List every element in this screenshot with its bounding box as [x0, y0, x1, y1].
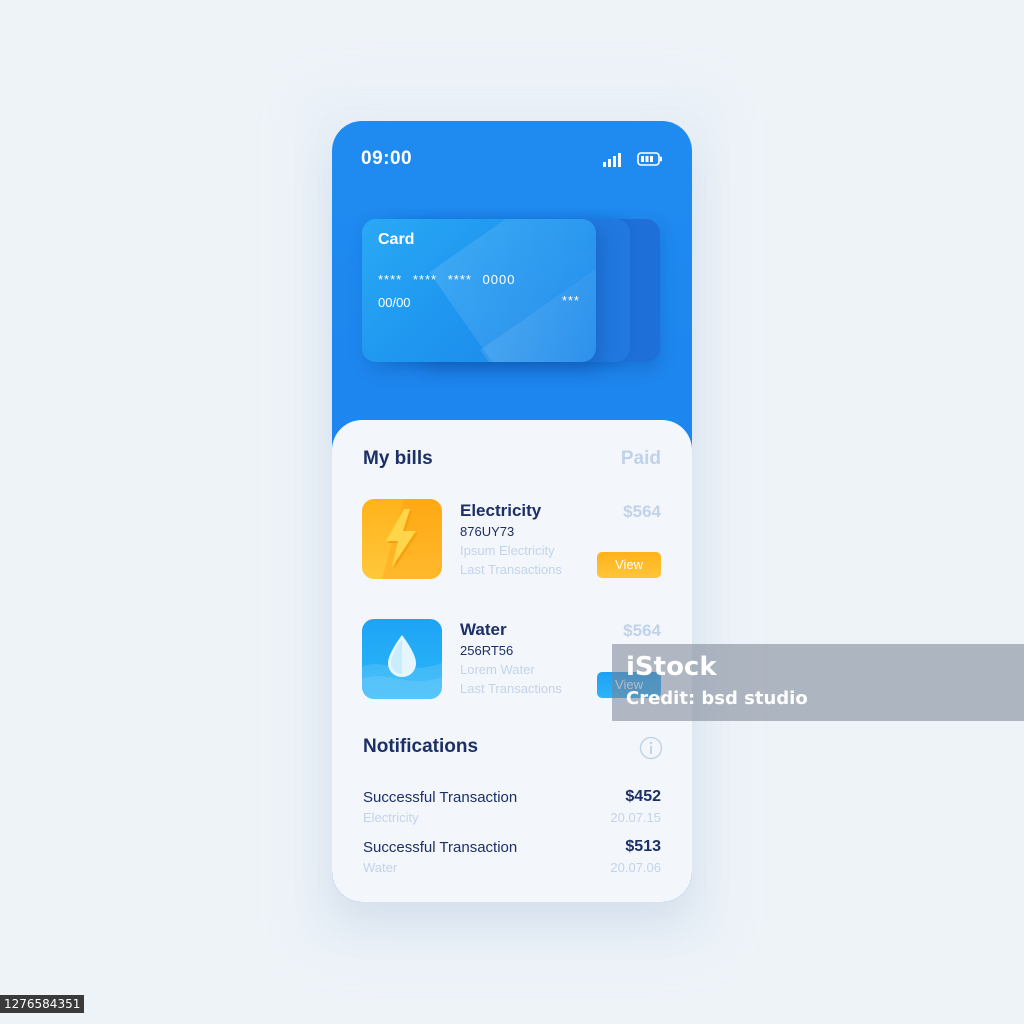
paid-tab[interactable]: Paid: [621, 448, 661, 470]
bills-title: My bills: [363, 448, 433, 469]
notification-sub: Water: [363, 860, 398, 875]
water-drop-icon: [362, 619, 442, 699]
card-cvv: ***: [561, 293, 580, 308]
status-time: 09:00: [361, 148, 413, 169]
bill-amount-electricity: $564: [623, 502, 661, 521]
bill-last-transactions-water: Last Transactions: [460, 681, 562, 696]
notification-sub: Electricity: [363, 810, 419, 825]
bill-code-electricity: 876UY73: [460, 524, 515, 539]
notification-name: Successful Transaction: [363, 789, 518, 806]
lightning-icon: [362, 499, 442, 579]
watermark-id: 1276584351: [0, 995, 85, 1013]
view-electricity-button[interactable]: View: [597, 552, 661, 578]
notifications-title: Notifications: [363, 736, 479, 757]
status-bar: 09:00: [332, 121, 692, 197]
bill-desc-water: Lorem Water: [460, 662, 535, 677]
signal-icon: [603, 151, 625, 172]
info-icon[interactable]: [639, 736, 663, 765]
card-stack[interactable]: Card **** **** **** 0000 00/00 ***: [362, 219, 662, 369]
notification-amount: $513: [625, 838, 661, 855]
stock-watermark: iStock Credit: bsd studio: [612, 644, 1024, 721]
watermark-brand: iStock: [626, 652, 717, 682]
watermark-credit: Credit: bsd studio: [626, 688, 808, 709]
bill-name-water: Water: [460, 620, 507, 639]
battery-icon: [637, 152, 663, 171]
notification-date: 20.07.15: [610, 810, 661, 825]
bill-desc-electricity: Ipsum Electricity: [460, 543, 555, 558]
card-expiry: 00/00: [378, 295, 411, 310]
notification-name: Successful Transaction: [363, 839, 518, 856]
bill-last-transactions-electricity: Last Transactions: [460, 562, 562, 577]
phone-screen: 09:00 Card **** **** **** 0000 00/00 ***…: [332, 121, 692, 902]
bill-code-water: 256RT56: [460, 643, 514, 658]
card-front[interactable]: Card **** **** **** 0000 00/00 ***: [362, 219, 596, 362]
bill-name-electricity: Electricity: [460, 501, 542, 520]
card-title: Card: [378, 231, 415, 248]
card-number: **** **** **** 0000: [378, 272, 516, 287]
notification-date: 20.07.06: [610, 860, 661, 875]
bill-amount-water: $564: [623, 621, 661, 640]
notification-amount: $452: [625, 788, 661, 805]
